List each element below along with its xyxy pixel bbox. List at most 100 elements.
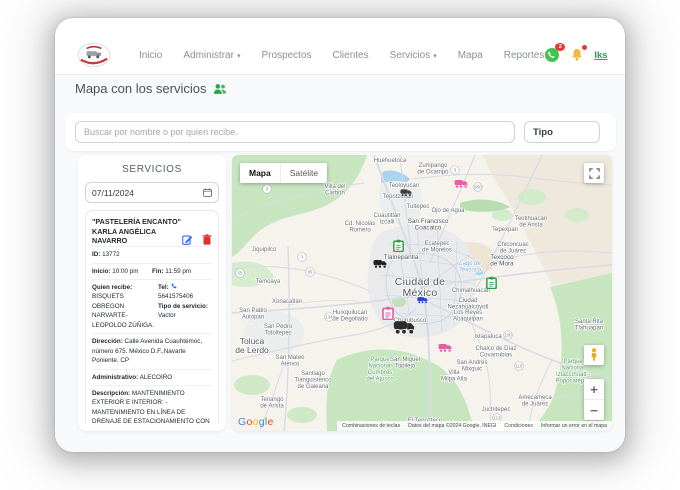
map-label: Xonacatlán <box>272 299 302 305</box>
map-label: Tepexpan <box>492 227 518 233</box>
map-label: Tlalnepantla <box>384 254 419 261</box>
google-logo: Google <box>238 416 274 428</box>
company-logo[interactable] <box>75 41 113 69</box>
service-id: 13772 <box>102 251 120 258</box>
page-body: Mapa con los servicios Tipo SERVICIOS 07… <box>55 75 625 452</box>
service-recipient: BISQUETS OBREGON NARVARTE- LEOPOLDO ZÚÑI… <box>92 293 154 328</box>
delete-icon[interactable] <box>202 234 212 245</box>
calendar-icon <box>203 188 212 197</box>
edit-icon[interactable] <box>182 234 193 245</box>
whatsapp-badge: 2 <box>555 43 565 51</box>
map-label: Texcocode Mora <box>490 254 514 268</box>
map-label: Lago deTexcoco <box>459 261 482 274</box>
phone-icon <box>171 283 177 289</box>
map-label: Ixtapaluca <box>474 334 502 340</box>
navbar: Inicio Administrar▾ Prospectos Clientes … <box>55 36 625 75</box>
zoom-control: + − <box>584 379 604 420</box>
nav-item-clientes[interactable]: Clientes <box>332 50 368 61</box>
service-recipient-row: Quien recibe: BISQUETS OBREGON NARVARTE-… <box>92 279 212 333</box>
map-label: Villa delCarbón <box>325 184 346 197</box>
notifications-bell-icon[interactable] <box>569 47 585 63</box>
map-marker-clipboard[interactable] <box>394 240 403 252</box>
search-input[interactable] <box>75 121 515 143</box>
nav-item-servicios[interactable]: Servicios▾ <box>390 50 437 61</box>
map-label: Chimalhuacán <box>452 288 490 294</box>
map-label: Tenangode Arista <box>260 397 284 410</box>
pegman-icon <box>589 348 599 362</box>
zoom-out-button[interactable]: − <box>584 400 604 420</box>
service-admin: ALECOIRO <box>140 374 173 381</box>
service-card-list[interactable]: "PASTELERÍA ENCANTO" KARLA ANGÉLICA NAVA… <box>85 210 219 424</box>
road-shield-number: 150 <box>505 333 513 338</box>
map-view-button[interactable]: Mapa <box>240 163 280 183</box>
map-marker-clipboard[interactable] <box>487 277 496 289</box>
date-value: 07/11/2024 <box>92 188 134 198</box>
road-shield-number: 55 <box>238 271 243 276</box>
nav-item-reportes[interactable]: Reportes <box>504 50 545 61</box>
services-sidebar[interactable]: SERVICIOS 07/11/2024 "PASTELERÍA ENCANTO… <box>78 155 226 431</box>
keyboard-shortcuts-link[interactable]: Combinaciones de teclas <box>342 423 400 429</box>
chevron-down-icon: ▾ <box>433 53 437 60</box>
type-filter-select[interactable]: Tipo <box>524 121 600 143</box>
report-error-link[interactable]: Informar un error en el mapa <box>541 423 607 429</box>
map-label: Santa RitaTlahuapan <box>575 319 604 332</box>
nav-item-prospectos[interactable]: Prospectos <box>261 50 311 61</box>
map-attribution: Combinaciones de teclas Datos del mapa ©… <box>337 421 612 431</box>
map-canvas[interactable]: Huehuetoca Zumpangode Ocampo Villa delCarb… <box>232 155 612 431</box>
map-label: Jiquipilco <box>252 247 277 253</box>
fullscreen-button[interactable] <box>584 163 604 183</box>
map-label: Temoaya <box>256 279 281 285</box>
road-shield-number: 134 <box>326 315 334 320</box>
service-time-row: Inicio: 10:00 pm Fin: 11:59 pm <box>92 263 212 279</box>
map-label: Los ReyesAcaquilpan <box>453 310 483 323</box>
nav-item-mapa[interactable]: Mapa <box>458 50 483 61</box>
nav-menu: Inicio Administrar▾ Prospectos Clientes … <box>139 50 544 61</box>
map-label: Zumpangode Ocampo <box>417 163 449 176</box>
service-description-row: Descripción: MANTENIMIENTO EXTERIOR E IN… <box>92 385 212 424</box>
users-icon <box>213 83 227 95</box>
satellite-view-button[interactable]: Satélite <box>280 163 327 183</box>
map-marker-clipboard[interactable] <box>383 307 393 320</box>
fullscreen-icon <box>589 168 600 179</box>
date-input[interactable]: 07/11/2024 <box>85 182 219 203</box>
nav-item-administrar[interactable]: Administrar▾ <box>183 50 240 61</box>
search-panel: Tipo <box>65 113 616 151</box>
service-title-line1: "PASTELERÍA ENCANTO" <box>92 217 182 227</box>
bell-badge-dot <box>582 45 587 50</box>
map-label: Ecatepecde Morelos <box>422 241 452 254</box>
map-label: San PabloAutopan <box>239 308 267 321</box>
map-label: Chiconcuacde Juárez <box>497 242 528 255</box>
map-label: Amecamecade Juárez <box>518 395 552 408</box>
road-shield-number: 85 <box>308 270 313 275</box>
service-start-time: 10:00 pm <box>112 268 138 275</box>
service-title-line2: KARLA ANGÉLICA NAVARRO <box>92 227 182 246</box>
map-label: Tolucade Lerdo <box>235 336 269 355</box>
map-label: Huehuetoca <box>374 158 407 164</box>
map-data-text: Datos del mapa ©2024 Google, INEGI <box>408 423 496 429</box>
service-type: Vactor <box>158 312 176 319</box>
whatsapp-icon[interactable]: 2 <box>544 47 560 63</box>
map-label: Teotihuacánde Arista <box>515 216 547 229</box>
map-label: Ojo de Agua <box>431 208 465 214</box>
map-label: Chalco de DíazCovarrubias <box>475 346 516 359</box>
road-shield-number: 115 <box>516 364 523 369</box>
type-filter-label: Tipo <box>533 127 553 138</box>
service-address-row: Dirección: Calle Avenida Cuauhtémoc, núm… <box>92 333 212 368</box>
map-label: Juchitepec <box>482 407 511 413</box>
zoom-in-button[interactable]: + <box>584 379 604 400</box>
road-shield-number: 113 <box>494 416 501 421</box>
chevron-down-icon: ▾ <box>237 53 241 60</box>
service-card: "PASTELERÍA ENCANTO" KARLA ANGÉLICA NAVA… <box>85 210 219 424</box>
service-admin-row: Administrativo: ALECOIRO <box>92 369 212 385</box>
pegman-button[interactable] <box>584 345 604 365</box>
service-phone[interactable]: 5641575406 <box>158 293 193 300</box>
service-id-row: ID: 13772 <box>92 246 212 262</box>
google-map[interactable]: Huehuetoca Zumpangode Ocampo Villa delCarb… <box>232 155 612 431</box>
nav-item-inicio[interactable]: Inicio <box>139 50 162 61</box>
terms-link[interactable]: Condiciones <box>504 423 533 429</box>
user-menu-link[interactable]: Iks <box>594 50 607 61</box>
page-title: Mapa con los servicios <box>75 81 207 96</box>
road-shield-number: 650 <box>475 185 483 190</box>
map-label: Teoloyucan <box>389 183 419 189</box>
map-label: San PedroTotoltepec <box>264 324 293 337</box>
